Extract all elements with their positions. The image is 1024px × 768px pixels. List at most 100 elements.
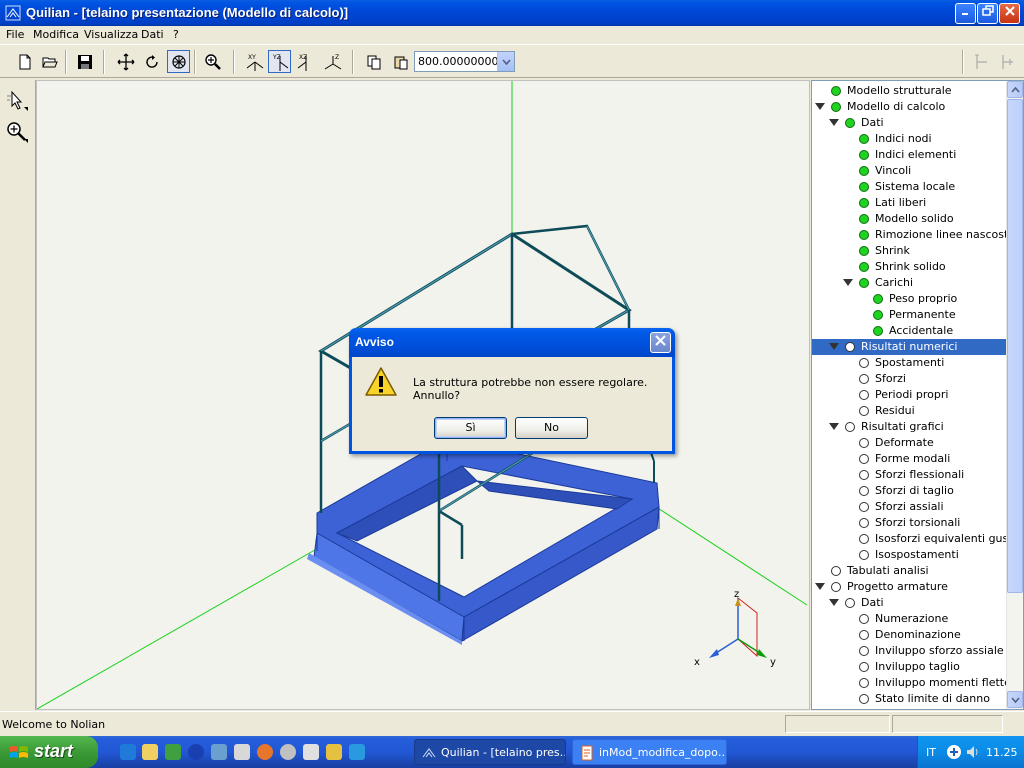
tree-item[interactable]: Isospostamenti (812, 547, 1008, 563)
visibility-toggle-icon[interactable] (831, 566, 841, 576)
tree-item[interactable]: Forme modali (812, 451, 1008, 467)
language-bar-icon[interactable] (946, 744, 962, 760)
tree-item[interactable]: Sforzi di taglio (812, 483, 1008, 499)
visibility-toggle-icon[interactable] (859, 646, 869, 656)
align-left-button[interactable] (970, 50, 993, 73)
settings-icon[interactable] (280, 744, 296, 760)
scroll-up-button[interactable] (1007, 81, 1023, 98)
visibility-toggle-icon[interactable] (845, 598, 855, 608)
visibility-toggle-icon[interactable] (831, 582, 841, 592)
dialog-close-button[interactable] (650, 332, 671, 353)
tree-item[interactable]: Lati liberi (812, 195, 1008, 211)
tree-item[interactable]: Sforzi torsionali (812, 515, 1008, 531)
expand-toggle-icon[interactable] (829, 599, 839, 606)
align-right-button[interactable] (996, 50, 1019, 73)
zoom-button[interactable] (201, 50, 224, 73)
visibility-toggle-icon[interactable] (859, 246, 869, 256)
view-yz-button[interactable]: YZ (268, 50, 291, 73)
visibility-toggle-icon[interactable] (859, 278, 869, 288)
tree-item[interactable]: Inviluppo momenti flettenti (812, 675, 1023, 691)
tree-vertical-scrollbar[interactable] (1006, 81, 1023, 709)
visibility-toggle-icon[interactable] (859, 486, 869, 496)
menu-help[interactable]: ? (173, 28, 179, 41)
visibility-toggle-icon[interactable] (859, 390, 869, 400)
help-icon[interactable] (188, 744, 204, 760)
tree-item[interactable]: Risultati numerici (812, 339, 1008, 355)
select-tool-button[interactable] (3, 86, 31, 114)
visibility-toggle-icon[interactable] (859, 454, 869, 464)
tree-item[interactable]: Indici elementi (812, 147, 1008, 163)
editor-icon[interactable] (349, 744, 365, 760)
tree-item[interactable]: Permanente (812, 307, 1008, 323)
visibility-toggle-icon[interactable] (859, 166, 869, 176)
scroll-down-button[interactable] (1007, 691, 1023, 708)
visibility-toggle-icon[interactable] (859, 502, 869, 512)
visibility-toggle-icon[interactable] (859, 214, 869, 224)
visibility-toggle-icon[interactable] (859, 518, 869, 528)
tree-item[interactable]: Sforzi assiali (812, 499, 1008, 515)
expand-toggle-icon[interactable] (829, 423, 839, 430)
expand-toggle-icon[interactable] (815, 583, 825, 590)
tree-item[interactable]: Inviluppo sforzo assiale (812, 643, 1008, 659)
visibility-toggle-icon[interactable] (845, 118, 855, 128)
tree-item[interactable]: Modello strutturale (812, 83, 1008, 99)
tree-item[interactable]: Modello solido (812, 211, 1008, 227)
visibility-toggle-icon[interactable] (831, 86, 841, 96)
visibility-toggle-icon[interactable] (859, 358, 869, 368)
view-xz-button[interactable]: XZ (294, 50, 317, 73)
tree-item[interactable]: Carichi (812, 275, 1008, 291)
tree-item[interactable]: Dati (812, 115, 1008, 131)
title-bar[interactable]: Quilian - [telaino presentazione (Modell… (0, 0, 1024, 26)
visibility-toggle-icon[interactable] (859, 198, 869, 208)
dropdown-arrow-button[interactable] (497, 52, 514, 71)
tree-item[interactable]: Sforzi flessionali (812, 467, 1008, 483)
zoom-tool-button[interactable] (3, 118, 31, 146)
open-button[interactable] (38, 50, 61, 73)
speaker-icon[interactable] (965, 744, 981, 760)
files-icon[interactable] (303, 744, 319, 760)
visibility-toggle-icon[interactable] (859, 134, 869, 144)
visibility-toggle-icon[interactable] (873, 294, 883, 304)
tree-item[interactable]: Shrink (812, 243, 1008, 259)
tree-item[interactable]: Denominazione (812, 627, 1008, 643)
visibility-toggle-icon[interactable] (873, 310, 883, 320)
menu-visualizza[interactable]: Visualizza (84, 28, 138, 41)
visibility-toggle-icon[interactable] (845, 342, 855, 352)
visibility-toggle-icon[interactable] (845, 422, 855, 432)
visibility-toggle-icon[interactable] (859, 470, 869, 480)
zoom-level-combo[interactable]: 800.000000000 (414, 51, 515, 72)
yes-button[interactable]: Sì (434, 417, 507, 439)
visibility-toggle-icon[interactable] (859, 374, 869, 384)
orbit-button[interactable] (167, 50, 190, 73)
network-icon[interactable] (234, 744, 250, 760)
tree-item[interactable]: Peso proprio (812, 291, 1008, 307)
paste-button[interactable] (389, 50, 412, 73)
new-button[interactable] (13, 50, 36, 73)
tree-item[interactable]: Progetto armature (812, 579, 1008, 595)
minimize-button[interactable] (955, 3, 976, 24)
expand-toggle-icon[interactable] (829, 119, 839, 126)
tree-item[interactable]: Numerazione (812, 611, 1008, 627)
view-xy-button[interactable]: XY (243, 50, 266, 73)
tree-item[interactable]: Risultati grafici (812, 419, 1008, 435)
language-indicator[interactable]: IT (926, 746, 936, 759)
tree-item[interactable]: Deformate (812, 435, 1008, 451)
visibility-toggle-icon[interactable] (859, 230, 869, 240)
save-button[interactable] (73, 50, 96, 73)
folder-icon[interactable] (142, 744, 158, 760)
tree-item[interactable]: Periodi propri (812, 387, 1008, 403)
ie-icon[interactable] (120, 744, 136, 760)
tree-item[interactable]: Modello di calcolo (812, 99, 1008, 115)
expand-toggle-icon[interactable] (843, 279, 853, 286)
tree-item[interactable]: Residui (812, 403, 1008, 419)
tree-item[interactable]: Spostamenti (812, 355, 1008, 371)
visibility-toggle-icon[interactable] (859, 662, 869, 672)
visibility-toggle-icon[interactable] (859, 534, 869, 544)
close-button[interactable] (999, 3, 1020, 24)
rotate-button[interactable] (140, 50, 163, 73)
task-inmod[interactable]: inMod_modifica_dopo… (572, 739, 727, 765)
expand-toggle-icon[interactable] (829, 343, 839, 350)
tree-item[interactable]: Accidentale (812, 323, 1008, 339)
tree-item[interactable]: Inviluppo taglio (812, 659, 1008, 675)
visibility-toggle-icon[interactable] (831, 102, 841, 112)
